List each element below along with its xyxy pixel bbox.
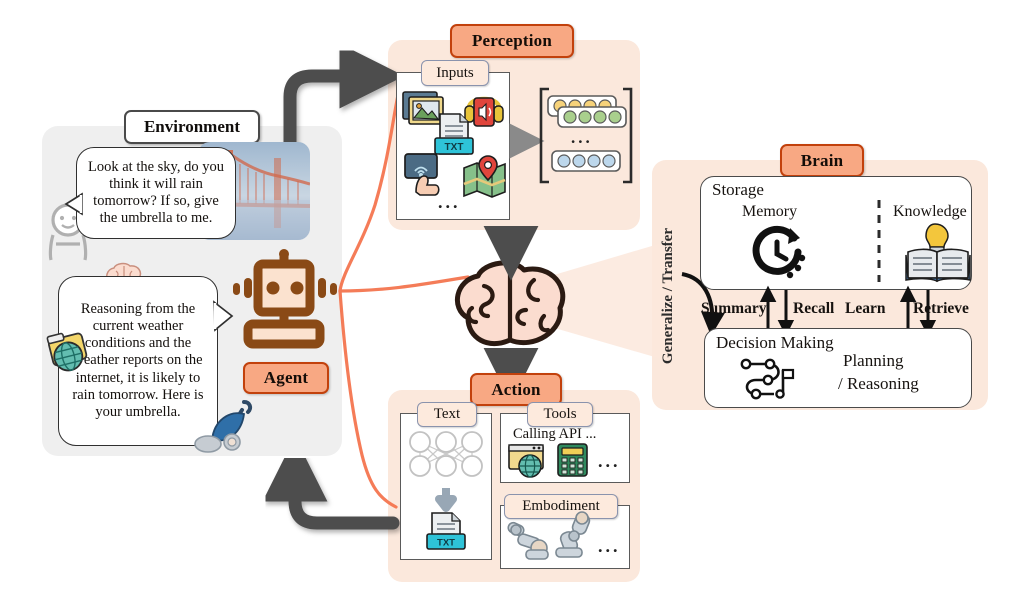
book-lightbulb-icon: [905, 223, 971, 283]
brain-flow-summary-text: Summary: [701, 300, 767, 317]
embedding-ellipsis: ...: [571, 128, 593, 148]
action-title-text: Action: [491, 379, 541, 399]
action-embodiment-ellipsis: ...: [598, 536, 621, 557]
brain-decision-caption-line2: / Reasoning: [838, 374, 919, 394]
txt-file-icon: TXT: [426, 512, 466, 550]
brain-flow-retrieve-text: Retrieve: [913, 300, 969, 317]
robot-arm-icon: [507, 521, 549, 560]
brain-flow-retrieve-label: Retrieve: [913, 300, 969, 318]
browser-globe-icon: [508, 444, 544, 478]
brain-decision-caption-line1: Planning: [843, 351, 903, 371]
perception-title: Perception: [450, 24, 574, 58]
action-text-label-text: Text: [433, 406, 461, 422]
perception-inputs-label: Inputs: [421, 60, 489, 86]
perception-ellipsis-text: ...: [438, 192, 461, 212]
brain-flow-summary-label: Summary: [701, 300, 766, 318]
brain-storage-label: Storage: [712, 180, 764, 200]
brain-decision-label-text: Decision Making: [716, 333, 834, 352]
robot-icon: [233, 249, 337, 349]
map-location-icon: [463, 155, 506, 198]
user-bubble-text: Look at the sky, do you think it will ra…: [88, 158, 224, 227]
brain-flow-learn-label: Learn: [845, 300, 885, 318]
user-bubble-tail: [64, 192, 83, 216]
action-tools-label-text: Tools: [543, 406, 577, 422]
storage-divider: [877, 200, 881, 282]
brain-knowledge-label-text: Knowledge: [893, 203, 967, 220]
embedding-ellipsis-text: ...: [571, 128, 593, 147]
action-text-label: Text: [417, 402, 477, 427]
brain-decision-caption2-text: / Reasoning: [838, 374, 919, 393]
perception-title-text: Perception: [471, 31, 553, 50]
environment-title-text: Environment: [143, 117, 241, 136]
brain-memory-label: Memory: [742, 203, 797, 221]
center-brain-icon: [455, 260, 566, 347]
brain-flow-recall-label: Recall: [793, 300, 834, 318]
embedding-row-green: [557, 106, 627, 128]
brain-title: Brain: [780, 144, 864, 177]
action-tools-label: Tools: [527, 402, 593, 427]
globe-camera-icon: [46, 332, 88, 372]
action-embodiment-ellipsis-text: ...: [598, 536, 621, 556]
action-tools-caption: Calling API ...: [513, 426, 596, 443]
environment-title: Environment: [124, 110, 260, 144]
brain-decision-label: Decision Making: [716, 333, 834, 353]
brain-knowledge-label: Knowledge: [893, 203, 967, 221]
brain-flow-learn-text: Learn: [845, 300, 886, 317]
agent-label: Agent: [243, 362, 329, 394]
perception-inputs-label-text: Inputs: [436, 64, 474, 81]
diagram-canvas: Environment Look at the sky, do you thin…: [0, 0, 1024, 596]
action-tools-ellipsis: ...: [598, 451, 621, 472]
action-tools-caption-text: Calling API ...: [513, 426, 597, 442]
calculator-icon: [557, 443, 588, 477]
neural-network-icon: [409, 431, 483, 477]
flowchart-flag-icon: [740, 358, 795, 400]
brain-decision-caption1-text: Planning: [843, 351, 904, 370]
umbrella-icon: [194, 400, 253, 453]
brain-flow-recall-text: Recall: [793, 300, 835, 317]
brain-title-text: Brain: [800, 150, 844, 170]
perception-embedding-arrow: [509, 123, 545, 159]
down-arrow-icon: [435, 488, 457, 512]
brain-storage-label-text: Storage: [712, 180, 764, 199]
brain-generalize-transfer-label: Generalize / Transfer: [660, 228, 677, 364]
robot-leg-icon: [555, 511, 591, 558]
clock-history-icon: [752, 225, 806, 279]
action-tools-ellipsis-text: ...: [598, 451, 621, 471]
brain-memory-label-text: Memory: [742, 203, 798, 220]
agent-label-text: Agent: [263, 368, 309, 387]
agent-bubble-tail: [213, 300, 234, 332]
svg-text:TXT: TXT: [437, 538, 455, 549]
perception-to-brain-arrow: [483, 225, 539, 281]
brain-generalize-transfer-text: Generalize / Transfer: [660, 228, 676, 365]
embedding-row-blue: [551, 150, 621, 172]
user-speech-bubble: Look at the sky, do you think it will ra…: [76, 147, 236, 239]
perception-inputs-ellipsis: ...: [438, 192, 461, 213]
